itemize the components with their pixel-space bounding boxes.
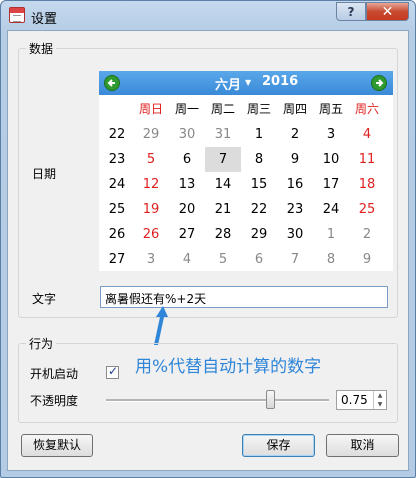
calendar-day[interactable]: 9 [277,147,313,172]
calendar-day[interactable]: 16 [277,172,313,197]
date-label: 日期 [32,167,57,181]
calendar-day[interactable]: 28 [205,222,241,247]
month-selector[interactable]: 六月 [215,74,241,93]
arrow-left-icon [107,79,115,87]
close-button[interactable]: ✕ [366,2,409,21]
week-number: 22 [108,127,126,142]
calendar-day[interactable]: 26 [133,222,169,247]
save-button[interactable]: 保存 [242,434,315,457]
spin-up-icon[interactable]: ▲ [374,391,386,400]
calendar-week-row: 22 29 30 31 1 2 3 4 [99,122,393,147]
callout-text: 用%代替自动计算的数字 [135,357,322,377]
calendar-day[interactable]: 31 [205,122,241,147]
calendar-week-row: 25 19 20 21 22 23 24 25 [99,197,393,222]
prev-month-button[interactable] [104,75,120,91]
calendar-day[interactable]: 5 [133,147,169,172]
text-field[interactable]: 离暑假还有%+2天 [100,286,388,308]
week-number: 25 [108,202,126,217]
calendar-day[interactable]: 30 [277,222,313,247]
calendar-day[interactable]: 1 [313,222,349,247]
weekday-header: 周五 [318,102,343,116]
calendar-day[interactable]: 19 [133,197,169,222]
calendar-day[interactable]: 17 [313,172,349,197]
calendar-header: 六月 ▼ 2016 [99,71,393,95]
calendar-day[interactable]: 13 [169,172,205,197]
next-month-button[interactable] [371,75,387,91]
text-label: 文字 [32,292,57,306]
calendar-day[interactable]: 8 [313,247,349,272]
calendar-day[interactable]: 3 [133,247,169,272]
data-group-title: 数据 [26,40,57,57]
settings-window: 设置 ? ✕ 数据 日期 六月 ▼ 2016 周日 周一 周二 周三 周四 周五 周六 22 2… [0,0,416,478]
reset-defaults-button[interactable]: 恢复默认 [21,434,93,457]
weekday-header: 周四 [282,102,307,116]
calendar-day[interactable]: 14 [205,172,241,197]
opacity-slider-handle[interactable] [266,390,275,409]
opacity-label: 不透明度 [30,394,79,408]
calendar-day[interactable]: 20 [169,197,205,222]
calendar-day[interactable]: 21 [205,197,241,222]
calendar-week-row: 23 5 6 7 8 9 10 11 [99,147,393,172]
spin-down-icon[interactable]: ▼ [374,400,386,409]
calendar-day[interactable]: 23 [277,197,313,222]
year-selector[interactable]: 2016 [262,74,298,89]
calendar-day[interactable]: 24 [313,197,349,222]
calendar-app-icon [9,7,25,23]
weekday-header: 周日 [138,102,163,116]
calendar-day[interactable]: 29 [241,222,277,247]
calendar-day[interactable]: 27 [169,222,205,247]
calendar-widget[interactable]: 六月 ▼ 2016 周日 周一 周二 周三 周四 周五 周六 22 29 30 31 1 2 3 4 23 5 6… [99,71,393,271]
calendar-day[interactable]: 10 [313,147,349,172]
calendar-day[interactable]: 7 [277,247,313,272]
opacity-spinbox[interactable]: 0.75 ▲ ▼ [336,390,387,410]
calendar-day[interactable]: 4 [169,247,205,272]
chevron-down-icon: ▼ [245,78,252,87]
calendar-week-row: 24 12 13 14 15 16 17 18 [99,172,393,197]
calendar-day[interactable]: 30 [169,122,205,147]
week-number: 24 [108,177,126,192]
arrow-right-icon [376,79,384,87]
weekday-header-row: 周日 周一 周二 周三 周四 周五 周六 [99,97,393,122]
calendar-day[interactable]: 1 [241,122,277,147]
calendar-day[interactable]: 29 [133,122,169,147]
behavior-group-title: 行为 [26,335,57,352]
calendar-day[interactable]: 11 [349,147,385,172]
opacity-slider-track[interactable] [106,399,329,402]
autostart-label: 开机启动 [30,367,79,381]
window-title: 设置 [31,12,58,27]
week-number: 27 [108,252,126,267]
calendar-day[interactable]: 3 [313,122,349,147]
spin-buttons: ▲ ▼ [373,391,386,409]
calendar-day[interactable]: 25 [349,197,385,222]
calendar-day[interactable]: 15 [241,172,277,197]
weekday-header: 周六 [354,102,379,116]
opacity-value: 0.75 [341,393,368,407]
calendar-day[interactable]: 5 [205,247,241,272]
calendar-week-row: 26 26 27 28 29 30 1 2 [99,222,393,247]
help-button[interactable]: ? [336,2,366,21]
calendar-day[interactable]: 18 [349,172,385,197]
autostart-checkbox[interactable] [106,364,119,379]
calendar-day[interactable]: 12 [133,172,169,197]
calendar-week-row: 27 3 4 5 6 7 8 9 [99,247,393,272]
calendar-day[interactable]: 22 [241,197,277,222]
calendar-day[interactable]: 9 [349,247,385,272]
week-number: 23 [108,152,126,167]
weekday-header: 周一 [174,102,199,116]
dialog-content: 数据 日期 六月 ▼ 2016 周日 周一 周二 周三 周四 周五 周六 22 29 30 31 1 2… [7,30,409,471]
title-bar[interactable]: 设置 ? ✕ [1,1,415,31]
calendar-day[interactable]: 6 [241,247,277,272]
weekday-header: 周二 [210,102,235,116]
calendar-day[interactable]: 2 [349,222,385,247]
week-number: 26 [108,227,126,242]
calendar-day[interactable]: 8 [241,147,277,172]
cancel-button[interactable]: 取消 [326,434,399,457]
calendar-day[interactable]: 7 [205,147,241,172]
calendar-day[interactable]: 6 [169,147,205,172]
calendar-day[interactable]: 4 [349,122,385,147]
calendar-day[interactable]: 2 [277,122,313,147]
weekday-header: 周三 [246,102,271,116]
